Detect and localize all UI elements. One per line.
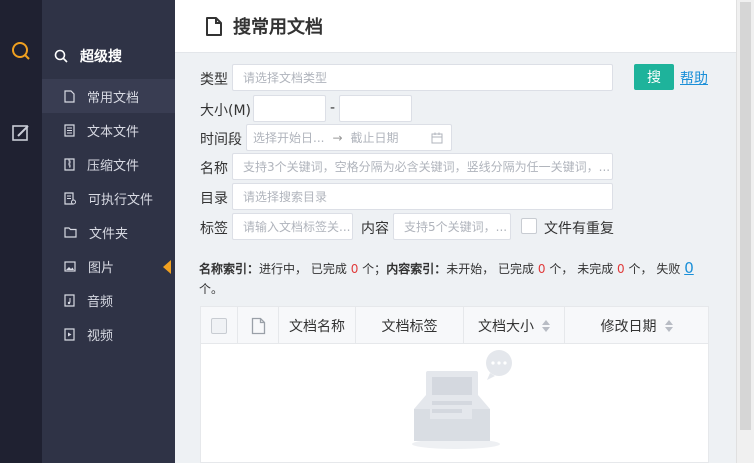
nav-header-label: 超级搜 — [80, 49, 122, 65]
document-icon — [206, 16, 222, 36]
name-done-count: 0 — [350, 262, 359, 276]
sidebar-item-zip-files[interactable]: 压缩文件 — [42, 147, 175, 181]
column-header-label: 文档名称 — [289, 318, 345, 335]
column-header-label: 文档标签 — [381, 318, 438, 335]
name-done-suffix: 个； — [362, 262, 387, 276]
executable-file-icon — [64, 191, 76, 205]
sidebar-item-label: 可执行文件 — [88, 192, 154, 208]
size-range-dash: - — [330, 100, 336, 116]
column-header-size[interactable]: 文档大小 — [464, 307, 565, 344]
failed-prefix: 失败 — [656, 262, 681, 276]
date-start-input[interactable]: 选择开始日... — [253, 129, 324, 146]
active-indicator-arrow — [163, 260, 171, 274]
content-keyword-input[interactable]: 支持5个关键词，... — [393, 213, 511, 240]
sidebar-item-images[interactable]: 图片 — [42, 249, 175, 283]
sidebar-item-text-files[interactable]: 文本文件 — [42, 113, 175, 147]
index-status: 名称索引：进行中， 已完成 0 个；内容索引：未开始， 已完成 0 个， 未完成… — [199, 258, 719, 299]
search-icon[interactable] — [11, 41, 31, 61]
column-header-modified-date[interactable]: 修改日期 — [565, 307, 708, 344]
failed-suffix: 个。 — [199, 282, 224, 296]
sort-icon[interactable] — [664, 319, 673, 332]
sidebar-item-label: 压缩文件 — [87, 158, 140, 174]
nav-list: 常用文档 文本文件 压缩文件 可执行文件 文件夹 图片 音频 视频 — [42, 79, 175, 351]
sidebar-item-label: 常用文档 — [87, 90, 140, 106]
column-header-tags[interactable]: 文档标签 — [356, 307, 464, 344]
name-index-state: 进行中， — [259, 262, 308, 276]
content-label: 内容 — [361, 221, 389, 237]
audio-icon — [64, 293, 75, 307]
icon-rail — [0, 0, 42, 463]
help-link[interactable]: 帮助 — [680, 68, 708, 88]
sidebar-item-label: 文件夹 — [89, 226, 129, 242]
results-table: 文档名称 文档标签 文档大小 修改日期 — [200, 306, 709, 463]
vertical-scrollbar[interactable] — [736, 0, 754, 463]
name-index-label: 名称索引： — [199, 262, 260, 276]
pending-prefix: 未完成 — [577, 262, 614, 276]
calendar-icon[interactable] — [431, 132, 443, 144]
document-icon — [64, 89, 75, 103]
document-icon — [251, 317, 265, 334]
tag-input[interactable]: 请输入文档标签关... — [232, 213, 353, 240]
date-range-arrow: → — [332, 130, 343, 145]
duplicate-checkbox-label: 文件有重复 — [544, 221, 614, 237]
search-button[interactable]: 搜 — [634, 64, 674, 90]
pending-suffix: 个， — [628, 262, 653, 276]
page-title: 搜常用文档 — [233, 17, 323, 38]
name-label: 名称 — [200, 161, 228, 177]
content-done-suffix: 个， — [549, 262, 574, 276]
empty-inbox-icon — [412, 350, 512, 449]
failed-count-link[interactable]: 0 — [684, 259, 694, 277]
nav-header[interactable]: 超级搜 — [42, 40, 175, 72]
scrollbar-thumb[interactable] — [740, 2, 751, 430]
sidebar-item-folders[interactable]: 文件夹 — [42, 215, 175, 249]
type-label: 类型 — [200, 72, 228, 88]
text-file-icon — [64, 123, 75, 137]
content-index-state: 未开始， — [446, 262, 495, 276]
video-icon — [64, 327, 75, 341]
content-done-prefix: 已完成 — [498, 262, 535, 276]
sidebar-item-label: 文本文件 — [87, 124, 140, 140]
directory-input[interactable]: 请选择搜索目录 — [232, 183, 613, 210]
select-all-checkbox[interactable] — [211, 317, 227, 334]
zip-file-icon — [64, 157, 75, 171]
size-min-input[interactable] — [253, 95, 326, 122]
sidebar-item-video[interactable]: 视频 — [42, 317, 175, 351]
search-icon — [54, 49, 68, 63]
size-max-input[interactable] — [339, 95, 412, 122]
directory-label: 目录 — [200, 191, 228, 207]
name-done-prefix: 已完成 — [310, 262, 347, 276]
edit-icon[interactable] — [11, 123, 31, 143]
file-type-column-header — [238, 307, 279, 344]
table-header: 文档名称 文档标签 文档大小 修改日期 — [201, 307, 708, 344]
sidebar-item-audio[interactable]: 音频 — [42, 283, 175, 317]
tag-label: 标签 — [200, 221, 228, 237]
sort-icon[interactable] — [542, 319, 550, 332]
sidebar-nav: 超级搜 常用文档 文本文件 压缩文件 可执行文件 文件夹 图片 音频 视频 — [42, 0, 175, 463]
column-header-name[interactable]: 文档名称 — [279, 307, 356, 344]
date-range-picker[interactable]: 选择开始日... → 截止日期 — [246, 124, 452, 151]
sidebar-item-label: 图片 — [88, 260, 115, 276]
type-select[interactable]: 请选择文档类型 — [232, 64, 613, 91]
pending-count: 0 — [617, 262, 625, 276]
select-all-cell — [201, 307, 238, 344]
sidebar-item-executables[interactable]: 可执行文件 — [42, 181, 175, 215]
sidebar-item-common-docs[interactable]: 常用文档 — [42, 79, 175, 113]
content-index-label: 内容索引： — [386, 262, 447, 276]
duplicate-checkbox[interactable] — [521, 218, 537, 234]
main-panel: 搜常用文档 类型 请选择文档类型 搜 帮助 大小(M) - 时间段 选择开始日.… — [175, 0, 736, 463]
folder-icon — [64, 226, 77, 238]
image-icon — [64, 260, 76, 272]
sidebar-item-label: 视频 — [87, 328, 114, 344]
column-header-label: 修改日期 — [600, 318, 657, 335]
size-label: 大小(M) — [200, 103, 252, 119]
name-keyword-input[interactable]: 支持3个关键词，空格分隔为必含关键词，竖线分隔为任一关键词，... — [232, 153, 613, 180]
column-header-label: 文档大小 — [478, 318, 534, 335]
page-header: 搜常用文档 — [175, 0, 736, 53]
date-end-input[interactable]: 截止日期 — [351, 129, 399, 146]
sidebar-item-label: 音频 — [87, 294, 114, 310]
time-range-label: 时间段 — [200, 132, 242, 148]
content-done-count: 0 — [537, 262, 546, 276]
